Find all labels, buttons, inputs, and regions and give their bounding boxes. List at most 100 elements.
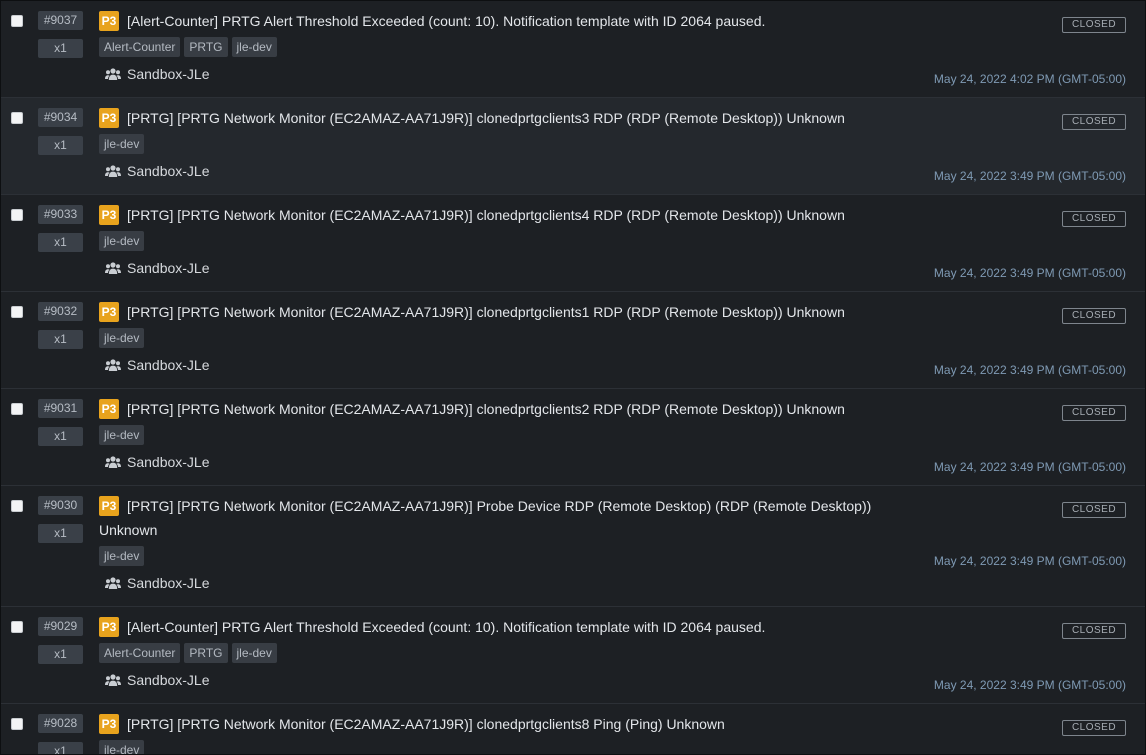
alert-title[interactable]: [PRTG] [PRTG Network Monitor (EC2AMAZ-AA… [127, 304, 845, 320]
alert-row[interactable]: #9029 x1 P3 [Alert-Counter] PRTG Alert Th… [1, 607, 1145, 704]
alert-title[interactable]: [PRTG] [PRTG Network Monitor (EC2AMAZ-AA… [127, 110, 845, 126]
alert-title[interactable]: [Alert-Counter] PRTG Alert Threshold Exc… [127, 13, 765, 29]
alert-tags: jle-dev [99, 231, 929, 251]
alert-title-line[interactable]: P3 [PRTG] [PRTG Network Monitor (EC2AMAZ-… [99, 494, 929, 542]
alert-date: May 24, 2022 3:49 PM (GMT-05:00) [933, 460, 1126, 474]
alert-id-badge[interactable]: #9032 [38, 302, 83, 321]
alert-date: May 24, 2022 3:49 PM (GMT-05:00) [933, 169, 1126, 183]
tag-chip[interactable]: jle-dev [231, 643, 277, 663]
alert-title-line[interactable]: P3 [PRTG] [PRTG Network Monitor (EC2AMAZ-… [99, 203, 929, 227]
group-name[interactable]: Sandbox-JLe [127, 357, 210, 373]
alert-list: #9037 x1 P3 [Alert-Counter] PRTG Alert Th… [0, 0, 1146, 755]
tag-chip[interactable]: Alert-Counter [99, 37, 181, 57]
row-checkbox[interactable] [11, 718, 23, 730]
users-icon [105, 672, 123, 692]
priority-badge: P3 [99, 302, 119, 322]
alert-title[interactable]: [PRTG] [PRTG Network Monitor (EC2AMAZ-AA… [127, 207, 845, 223]
alert-id-badge[interactable]: #9028 [38, 714, 83, 733]
tag-chip[interactable]: jle-dev [99, 134, 145, 154]
priority-badge: P3 [99, 11, 119, 31]
alert-row[interactable]: #9031 x1 P3 [PRTG] [PRTG Network Monitor … [1, 389, 1145, 486]
alert-tags: jle-dev [99, 328, 929, 348]
alert-count-badge: x1 [38, 645, 83, 664]
users-icon [105, 575, 123, 595]
row-checkbox[interactable] [11, 403, 23, 415]
alert-id-badge[interactable]: #9029 [38, 617, 83, 636]
status-badge: CLOSED [1062, 623, 1126, 639]
alert-content: P3 [PRTG] [PRTG Network Monitor (EC2AMAZ-… [99, 203, 929, 280]
alert-id-badge[interactable]: #9030 [38, 496, 83, 515]
alert-row[interactable]: #9037 x1 P3 [Alert-Counter] PRTG Alert Th… [1, 1, 1145, 98]
users-icon [105, 163, 123, 183]
alert-count-badge: x1 [38, 524, 83, 543]
users-icon [105, 357, 123, 377]
group-name[interactable]: Sandbox-JLe [127, 260, 210, 276]
row-checkbox[interactable] [11, 500, 23, 512]
alert-tags: jle-dev [99, 425, 929, 445]
alert-content: P3 [PRTG] [PRTG Network Monitor (EC2AMAZ-… [99, 397, 929, 474]
alert-tags: jle-dev [99, 546, 929, 566]
alert-title-line[interactable]: P3 [Alert-Counter] PRTG Alert Threshold E… [99, 9, 929, 33]
group-name[interactable]: Sandbox-JLe [127, 575, 210, 591]
alert-content: P3 [PRTG] [PRTG Network Monitor (EC2AMAZ-… [99, 494, 929, 595]
alert-id-badge[interactable]: #9037 [38, 11, 83, 30]
group-name[interactable]: Sandbox-JLe [127, 66, 210, 82]
tag-chip[interactable]: PRTG [184, 37, 228, 57]
alert-row[interactable]: #9033 x1 P3 [PRTG] [PRTG Network Monitor … [1, 195, 1145, 292]
alert-title[interactable]: [PRTG] [PRTG Network Monitor (EC2AMAZ-AA… [99, 498, 871, 538]
alert-row[interactable]: #9028 x1 P3 [PRTG] [PRTG Network Monitor … [1, 704, 1145, 754]
tag-chip[interactable]: Alert-Counter [99, 643, 181, 663]
row-checkbox[interactable] [11, 112, 23, 124]
alert-date: May 24, 2022 3:49 PM (GMT-05:00) [933, 363, 1126, 377]
alert-date: May 24, 2022 3:49 PM (GMT-05:00) [933, 554, 1126, 568]
alert-count-badge: x1 [38, 427, 83, 446]
alert-content: P3 [PRTG] [PRTG Network Monitor (EC2AMAZ-… [99, 106, 929, 183]
status-badge: CLOSED [1062, 502, 1126, 518]
alert-group: Sandbox-JLe [99, 452, 929, 474]
row-checkbox[interactable] [11, 15, 23, 27]
group-name[interactable]: Sandbox-JLe [127, 163, 210, 179]
row-checkbox[interactable] [11, 209, 23, 221]
tag-chip[interactable]: jle-dev [99, 328, 145, 348]
tag-chip[interactable]: jle-dev [99, 231, 145, 251]
status-badge: CLOSED [1062, 114, 1126, 130]
alert-title[interactable]: [Alert-Counter] PRTG Alert Threshold Exc… [127, 619, 765, 635]
tag-chip[interactable]: PRTG [184, 643, 228, 663]
tag-chip[interactable]: jle-dev [99, 546, 145, 566]
alert-rows: #9037 x1 P3 [Alert-Counter] PRTG Alert Th… [1, 1, 1145, 754]
alert-count-badge: x1 [38, 233, 83, 252]
alert-row[interactable]: #9034 x1 P3 [PRTG] [PRTG Network Monitor … [1, 98, 1145, 195]
row-checkbox[interactable] [11, 621, 23, 633]
tag-chip[interactable]: jle-dev [99, 425, 145, 445]
alert-title[interactable]: [PRTG] [PRTG Network Monitor (EC2AMAZ-AA… [127, 716, 725, 732]
alert-group: Sandbox-JLe [99, 161, 929, 183]
alert-count-badge: x1 [38, 136, 83, 155]
alert-title[interactable]: [PRTG] [PRTG Network Monitor (EC2AMAZ-AA… [127, 401, 845, 417]
alert-title-line[interactable]: P3 [PRTG] [PRTG Network Monitor (EC2AMAZ-… [99, 300, 929, 324]
alert-id-badge[interactable]: #9031 [38, 399, 83, 418]
group-name[interactable]: Sandbox-JLe [127, 672, 210, 688]
alert-content: P3 [PRTG] [PRTG Network Monitor (EC2AMAZ-… [99, 300, 929, 377]
alert-group: Sandbox-JLe [99, 355, 929, 377]
row-checkbox[interactable] [11, 306, 23, 318]
alert-content: P3 [Alert-Counter] PRTG Alert Threshold E… [99, 9, 929, 86]
alert-title-line[interactable]: P3 [Alert-Counter] PRTG Alert Threshold E… [99, 615, 929, 639]
alert-id-badge[interactable]: #9033 [38, 205, 83, 224]
alert-row[interactable]: #9032 x1 P3 [PRTG] [PRTG Network Monitor … [1, 292, 1145, 389]
alert-tags: Alert-Counter PRTG jle-dev [99, 37, 929, 57]
group-name[interactable]: Sandbox-JLe [127, 454, 210, 470]
alert-date: May 24, 2022 3:49 PM (GMT-05:00) [933, 678, 1126, 692]
alert-title-line[interactable]: P3 [PRTG] [PRTG Network Monitor (EC2AMAZ-… [99, 397, 929, 421]
users-icon [105, 66, 123, 86]
alert-content: P3 [PRTG] [PRTG Network Monitor (EC2AMAZ-… [99, 712, 929, 754]
alert-id-badge[interactable]: #9034 [38, 108, 83, 127]
alert-tags: jle-dev [99, 740, 929, 754]
tag-chip[interactable]: jle-dev [231, 37, 277, 57]
status-badge: CLOSED [1062, 211, 1126, 227]
priority-badge: P3 [99, 205, 119, 225]
alert-title-line[interactable]: P3 [PRTG] [PRTG Network Monitor (EC2AMAZ-… [99, 712, 929, 736]
tag-chip[interactable]: jle-dev [99, 740, 145, 754]
alert-row[interactable]: #9030 x1 P3 [PRTG] [PRTG Network Monitor … [1, 486, 1145, 607]
priority-badge: P3 [99, 108, 119, 128]
alert-title-line[interactable]: P3 [PRTG] [PRTG Network Monitor (EC2AMAZ-… [99, 106, 929, 130]
